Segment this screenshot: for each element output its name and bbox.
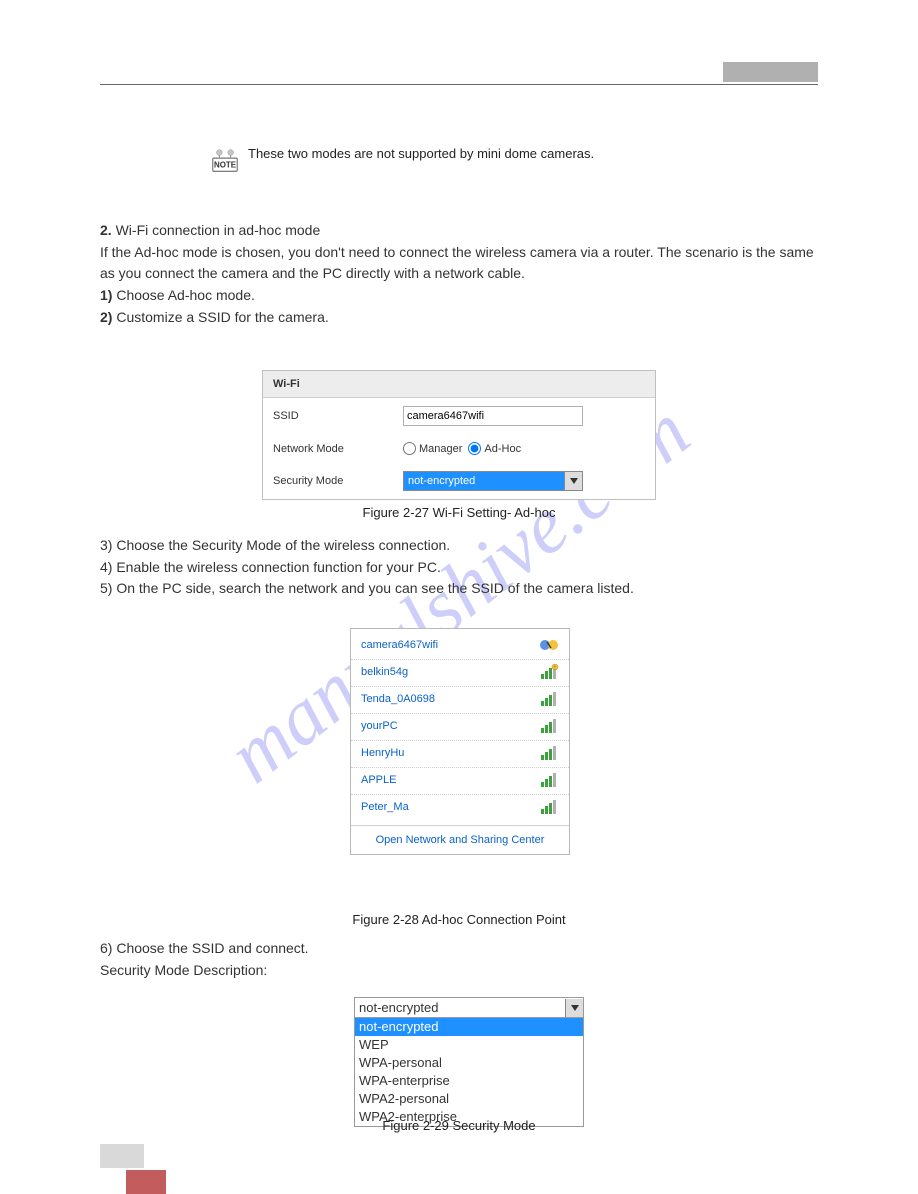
wifi-signal-icon (539, 718, 559, 734)
step2-sub1-num: 1) (100, 287, 112, 303)
security-option[interactable]: WEP (355, 1036, 583, 1054)
step2-sub6-text: Choose the SSID and connect. (112, 940, 308, 956)
security-option[interactable]: WPA-personal (355, 1054, 583, 1072)
wifi-signal-icon (539, 691, 559, 707)
radio-adhoc-label: Ad-Hoc (484, 443, 521, 455)
wireless-item-label: camera6467wifi (361, 639, 438, 651)
step2-sub3-num: 3) (100, 537, 112, 553)
network-mode-label: Network Mode (273, 443, 403, 455)
wifi-settings-panel: Wi-Fi SSID Network Mode Manager Ad-Hoc S… (262, 370, 656, 500)
security-dropdown-panel: not-encrypted not-encrypted WEP WPA-pers… (354, 997, 584, 1127)
dropdown-arrow-icon (564, 472, 582, 490)
step2-sub4-text: Enable the wireless connection function … (112, 559, 440, 575)
ssid-label: SSID (273, 410, 403, 422)
wireless-item-label: HenryHu (361, 747, 404, 759)
security-option[interactable]: WPA2-personal (355, 1090, 583, 1108)
radio-manager-wrap[interactable]: Manager (403, 442, 462, 455)
wireless-item-label: Tenda_0A0698 (361, 693, 435, 705)
header-rule (100, 84, 818, 85)
radio-adhoc[interactable] (468, 442, 481, 455)
step2-sub3-text: Choose the Security Mode of the wireless… (112, 537, 450, 553)
radio-manager-label: Manager (419, 443, 462, 455)
wireless-item[interactable]: belkin54g ! (351, 659, 569, 686)
svg-text:!: ! (554, 666, 555, 672)
security-dropdown-list: not-encrypted WEP WPA-personal WPA-enter… (355, 1018, 583, 1126)
step2-number: 2. (100, 222, 112, 238)
figure-caption-2: Figure 2-28 Ad-hoc Connection Point (0, 912, 918, 927)
step2-final-block: 6) Choose the SSID and connect. Security… (100, 938, 818, 981)
wifi-signal-icon (539, 745, 559, 761)
note-row: NOTE These two modes are not supported b… (210, 145, 818, 175)
figure-caption-3: Figure 2-29 Security Mode (0, 1118, 918, 1133)
step2-substeps-block: 3) Choose the Security Mode of the wirel… (100, 535, 818, 600)
step2-sub2-num: 2) (100, 309, 112, 325)
radio-manager[interactable] (403, 442, 416, 455)
step2-sub6-num: 6) (100, 940, 112, 956)
step2-title: Wi-Fi connection in ad-hoc mode (112, 222, 321, 238)
wireless-item-label: belkin54g (361, 666, 408, 678)
wifi-header: Wi-Fi (263, 371, 655, 398)
security-desc-title: Security Mode Description: (100, 960, 818, 982)
wireless-item-label: Peter_Ma (361, 801, 409, 813)
wireless-item[interactable]: HenryHu (351, 740, 569, 767)
header-tab (723, 62, 818, 82)
wifi-signal-icon (539, 799, 559, 815)
note-icon: NOTE (210, 145, 240, 175)
security-option[interactable]: not-encrypted (355, 1018, 583, 1036)
step2-sub4-num: 4) (100, 559, 112, 575)
security-option[interactable]: WPA-enterprise (355, 1072, 583, 1090)
security-dropdown-selected-label: not-encrypted (359, 1000, 439, 1015)
wireless-item[interactable]: yourPC (351, 713, 569, 740)
footer-block-red (126, 1170, 166, 1194)
security-mode-label: Security Mode (273, 475, 403, 487)
wireless-item-label: APPLE (361, 774, 396, 786)
ssid-input[interactable] (403, 406, 583, 426)
step2-sub1-text: Choose Ad-hoc mode. (112, 287, 254, 303)
step2-sub2-text: Customize a SSID for the camera. (112, 309, 328, 325)
footer-block-grey (100, 1144, 144, 1168)
figure-caption-1: Figure 2-27 Wi-Fi Setting- Ad-hoc (0, 505, 918, 520)
note-icon-label: NOTE (214, 161, 236, 170)
security-dropdown-selected[interactable]: not-encrypted (355, 998, 583, 1018)
wifi-signal-icon (539, 772, 559, 788)
step2-block: 2. Wi-Fi connection in ad-hoc mode If th… (100, 220, 818, 328)
wifi-signal-alert-icon: ! (539, 664, 559, 680)
wireless-item[interactable]: APPLE (351, 767, 569, 794)
wireless-item-label: yourPC (361, 720, 398, 732)
wireless-list-panel: camera6467wifi belkin54g ! (350, 628, 570, 855)
wireless-item[interactable]: Peter_Ma (351, 794, 569, 821)
security-mode-value: not-encrypted (404, 475, 479, 487)
dropdown-arrow-icon (565, 999, 583, 1017)
wireless-connected-icon (539, 637, 559, 653)
network-sharing-link[interactable]: Open Network and Sharing Center (351, 825, 569, 854)
note-text: These two modes are not supported by min… (248, 145, 594, 163)
step2-sub5-num: 5) (100, 580, 112, 596)
step2-desc: If the Ad-hoc mode is chosen, you don't … (100, 242, 818, 285)
wireless-item[interactable]: Tenda_0A0698 (351, 686, 569, 713)
security-mode-select[interactable]: not-encrypted (403, 471, 583, 491)
step2-sub5-text: On the PC side, search the network and y… (112, 580, 633, 596)
radio-adhoc-wrap[interactable]: Ad-Hoc (468, 442, 521, 455)
wireless-item[interactable]: camera6467wifi (351, 633, 569, 659)
